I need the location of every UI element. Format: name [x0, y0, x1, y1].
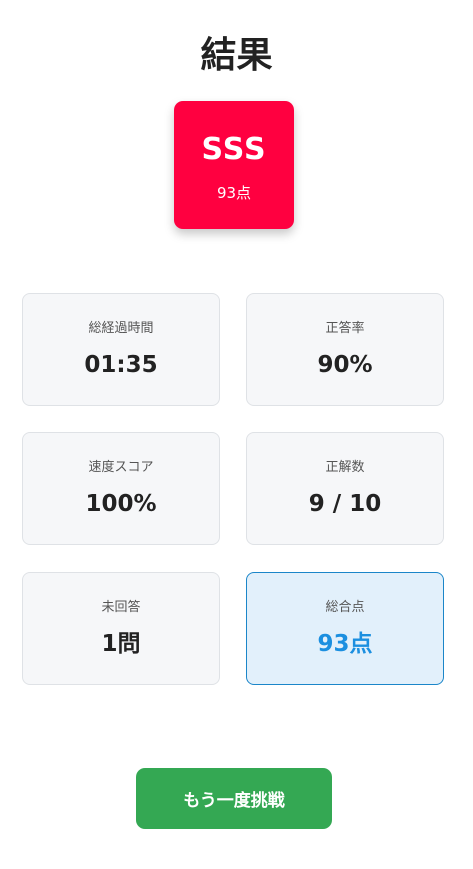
stat-label: 未回答: [101, 600, 141, 615]
stat-value: 1問: [101, 631, 141, 657]
stat-value: 90%: [317, 352, 373, 378]
stat-value: 01:35: [84, 352, 158, 378]
rank-score: 93点: [216, 184, 252, 202]
rank-grade: SSS: [201, 132, 267, 167]
retry-button[interactable]: もう一度挑戦: [136, 768, 332, 829]
rank-badge: SSS 93点: [174, 101, 294, 229]
stat-value: 9 / 10: [308, 491, 382, 517]
stat-card-accuracy: 正答率 90%: [246, 293, 444, 406]
stat-card-correct-count: 正解数 9 / 10: [246, 432, 444, 545]
stat-value: 93点: [317, 631, 373, 657]
page-title: 結果: [200, 35, 273, 77]
stat-label: 正答率: [325, 321, 365, 336]
stat-card-unanswered: 未回答 1問: [22, 572, 220, 685]
stat-label: 総合点: [325, 600, 365, 615]
stat-label: 正解数: [325, 460, 365, 475]
stat-card-speed-score: 速度スコア 100%: [22, 432, 220, 545]
stat-label: 速度スコア: [88, 460, 154, 475]
stat-label: 総経過時間: [88, 321, 154, 336]
stat-card-total-score: 総合点 93点: [246, 572, 444, 685]
stat-value: 100%: [85, 491, 157, 517]
stat-card-elapsed-time: 総経過時間 01:35: [22, 293, 220, 406]
